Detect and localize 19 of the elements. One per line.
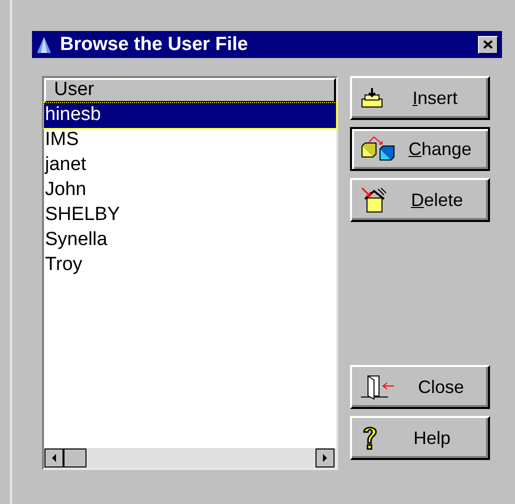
list-row[interactable]: janet	[44, 153, 336, 178]
delete-button[interactable]: Delete	[350, 178, 490, 222]
horizontal-scrollbar[interactable]	[44, 448, 336, 468]
triangle-logo-icon	[36, 36, 52, 54]
column-header[interactable]: User	[44, 78, 336, 103]
list-row[interactable]: SHELBY	[44, 203, 336, 228]
list-row[interactable]: Synella	[44, 228, 336, 253]
help-button[interactable]: Help	[350, 416, 490, 460]
window-title: Browse the User File	[60, 35, 249, 54]
close-window-button[interactable]	[478, 36, 498, 54]
list-row[interactable]: John	[44, 178, 336, 203]
close-icon	[483, 40, 493, 49]
close-button[interactable]: Close	[350, 365, 490, 409]
change-button[interactable]: Change	[350, 127, 490, 171]
list-row[interactable]: hinesb	[44, 103, 336, 128]
cubes-swap-icon	[360, 136, 396, 162]
list-row[interactable]: IMS	[44, 128, 336, 153]
list-row[interactable]: Troy	[44, 253, 336, 278]
insert-button[interactable]: Insert	[350, 76, 490, 120]
